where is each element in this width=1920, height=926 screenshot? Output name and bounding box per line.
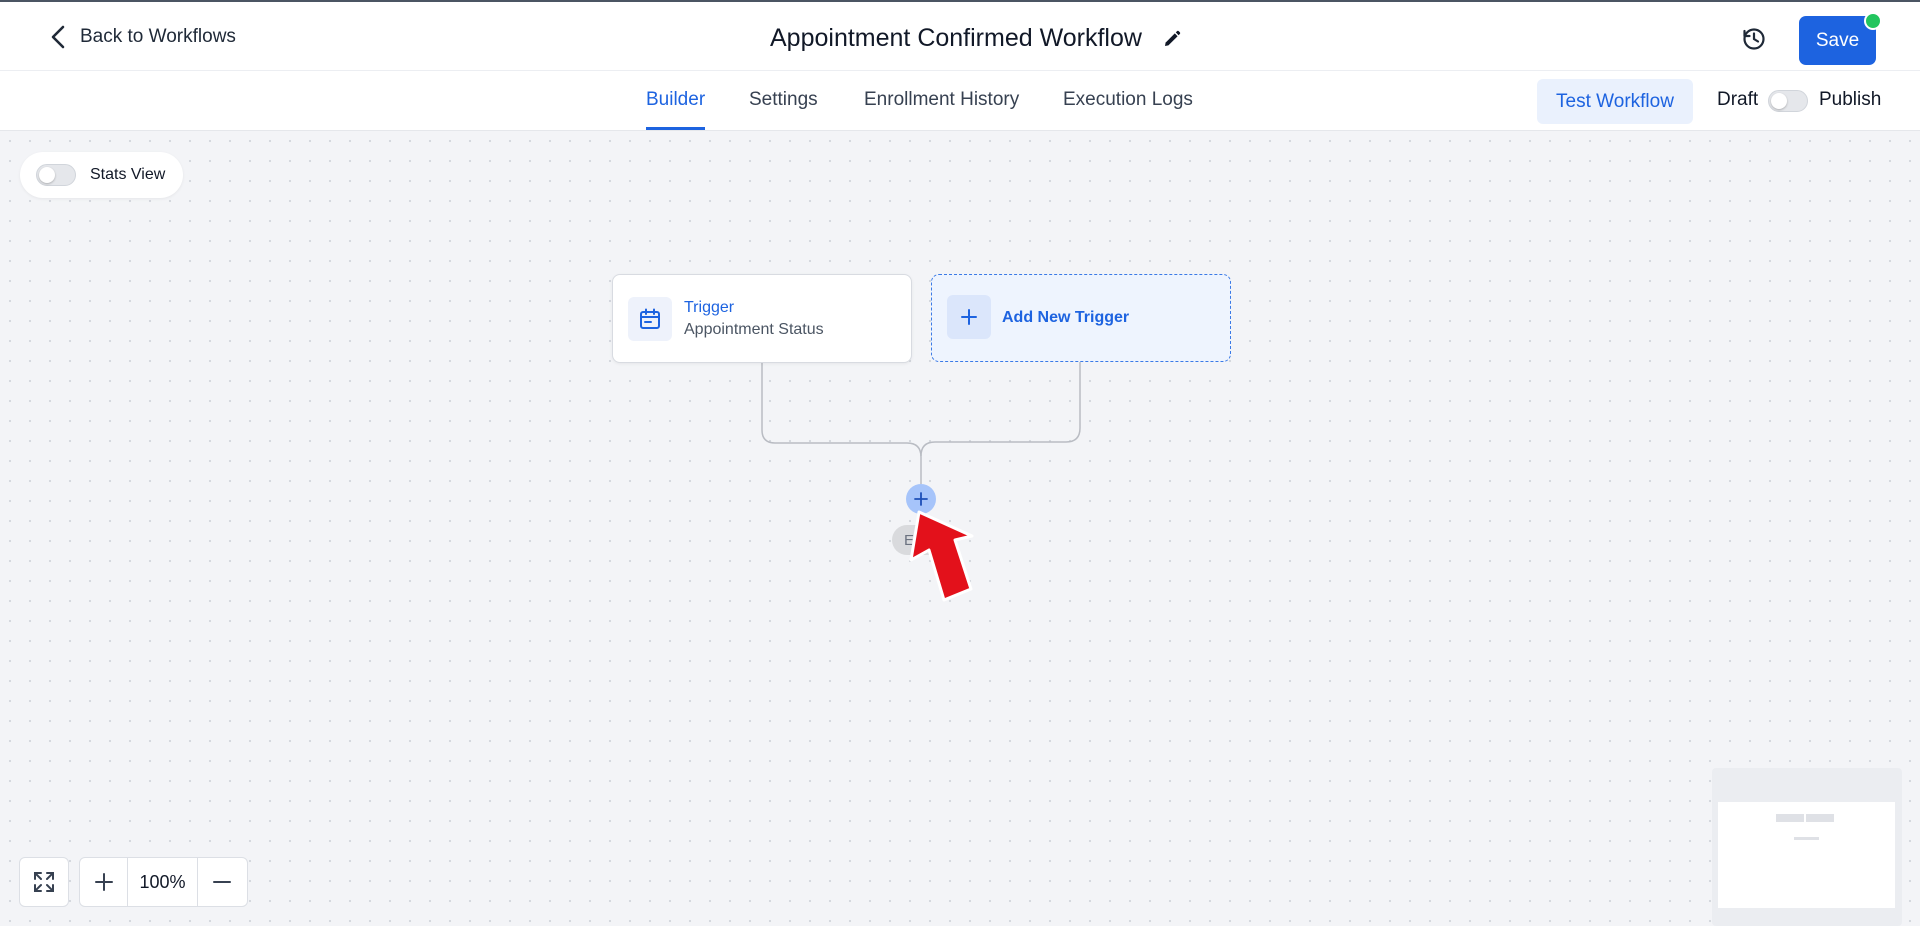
minimap-node bbox=[1794, 837, 1819, 840]
history-icon[interactable] bbox=[1741, 26, 1767, 52]
plus-icon bbox=[94, 873, 113, 891]
fit-view-button[interactable] bbox=[19, 857, 69, 907]
trigger-title: Trigger bbox=[684, 299, 735, 316]
minus-icon bbox=[213, 881, 232, 883]
add-new-trigger-node[interactable]: Add New Trigger bbox=[931, 274, 1231, 362]
active-tab-indicator bbox=[646, 127, 705, 130]
expand-icon bbox=[34, 872, 54, 892]
publish-toggle[interactable] bbox=[1768, 90, 1808, 112]
back-label: Back to Workflows bbox=[80, 26, 236, 47]
trigger-icon-box bbox=[628, 297, 672, 341]
trigger-subtitle: Appointment Status bbox=[684, 321, 824, 338]
calendar-icon bbox=[640, 308, 660, 329]
draft-label: Draft bbox=[1717, 89, 1759, 110]
trigger-node[interactable]: Trigger Appointment Status bbox=[612, 274, 912, 363]
tab-execution-logs[interactable]: Execution Logs bbox=[1063, 89, 1193, 111]
minimap-node bbox=[1776, 814, 1804, 822]
test-workflow-button[interactable]: Test Workflow bbox=[1537, 79, 1693, 124]
chevron-left-icon bbox=[51, 25, 65, 49]
workflow-title: Appointment Confirmed Workflow bbox=[770, 24, 1142, 52]
add-new-trigger-label: Add New Trigger bbox=[1002, 309, 1130, 326]
status-dot bbox=[1864, 12, 1882, 30]
plus-icon bbox=[961, 309, 977, 325]
stats-view-control: Stats View bbox=[20, 152, 183, 198]
minimap[interactable] bbox=[1712, 768, 1902, 926]
tab-enrollment-history[interactable]: Enrollment History bbox=[864, 89, 1019, 111]
top-bar: Back to Workflows Appointment Confirmed … bbox=[0, 0, 1920, 71]
workflow-title-group: Appointment Confirmed Workflow bbox=[770, 24, 1182, 53]
zoom-level: 100% bbox=[128, 858, 198, 906]
tab-builder[interactable]: Builder bbox=[646, 89, 705, 111]
pencil-icon[interactable] bbox=[1162, 29, 1182, 49]
stats-view-label: Stats View bbox=[90, 166, 166, 183]
minimap-node bbox=[1806, 814, 1834, 822]
zoom-in-button[interactable] bbox=[80, 858, 129, 906]
zoom-controls: 100% bbox=[79, 857, 248, 907]
publish-label: Publish bbox=[1819, 89, 1882, 110]
tab-bar: Builder Settings Enrollment History Exec… bbox=[0, 71, 1920, 131]
pointer-arrow-icon bbox=[909, 510, 974, 602]
tab-settings[interactable]: Settings bbox=[749, 89, 818, 111]
back-to-workflows-link[interactable]: Back to Workflows bbox=[48, 24, 236, 50]
zoom-out-button[interactable] bbox=[198, 858, 247, 906]
plus-icon-box bbox=[947, 295, 991, 339]
stats-view-toggle[interactable] bbox=[36, 164, 76, 186]
